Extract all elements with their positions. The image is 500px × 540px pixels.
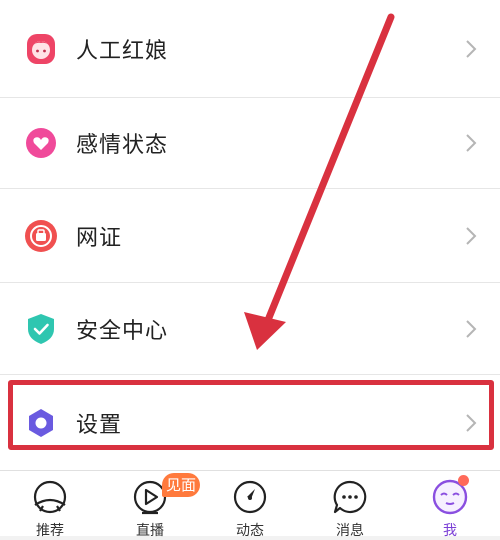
menu-item-net-certificate[interactable]: 网证 [0,189,500,283]
menu-item-label: 网证 [76,225,123,251]
shield-icon [28,313,54,344]
menu-item-label: 设置 [76,412,123,438]
tab-label: 我 [443,523,457,539]
planet-icon [33,480,67,514]
tab-label: 动态 [236,523,264,539]
menu-item-label: 安全中心 [76,318,169,344]
gear-icon [29,408,53,437]
tab-moments[interactable]: 动态 [200,471,300,539]
tab-recommend[interactable]: 推荐 [0,471,100,539]
tab-live[interactable]: 见面 直播 [100,471,200,539]
bottom-tab-bar: 推荐 见面 直播 动态 消息 我 [0,470,500,539]
id-badge-icon [25,219,57,252]
matchmaker-icon [27,33,55,64]
compass-icon [233,480,267,514]
chat-icon [333,480,367,514]
settings-menu-list: 人工红娘 感情状态 网证 安全中心 设置 [0,0,500,470]
chevron-right-icon [466,39,477,58]
live-badge: 见面 [162,473,200,497]
menu-item-security-center[interactable]: 安全中心 [0,283,500,375]
notification-dot [458,475,469,486]
chevron-right-icon [466,413,477,432]
tab-label: 消息 [336,523,364,539]
tab-me[interactable]: 我 [400,471,500,539]
tab-label: 直播 [136,523,164,539]
chevron-right-icon [466,226,477,245]
heart-icon [26,128,56,158]
menu-item-settings[interactable]: 设置 [0,375,500,470]
tab-label: 推荐 [36,523,64,539]
chevron-right-icon [466,319,477,338]
chevron-right-icon [466,134,477,152]
menu-item-label: 人工红娘 [76,38,169,64]
menu-item-matchmaker[interactable]: 人工红娘 [0,0,500,98]
menu-item-relationship-status[interactable]: 感情状态 [0,98,500,189]
tab-messages[interactable]: 消息 [300,471,400,539]
menu-item-label: 感情状态 [76,133,169,158]
